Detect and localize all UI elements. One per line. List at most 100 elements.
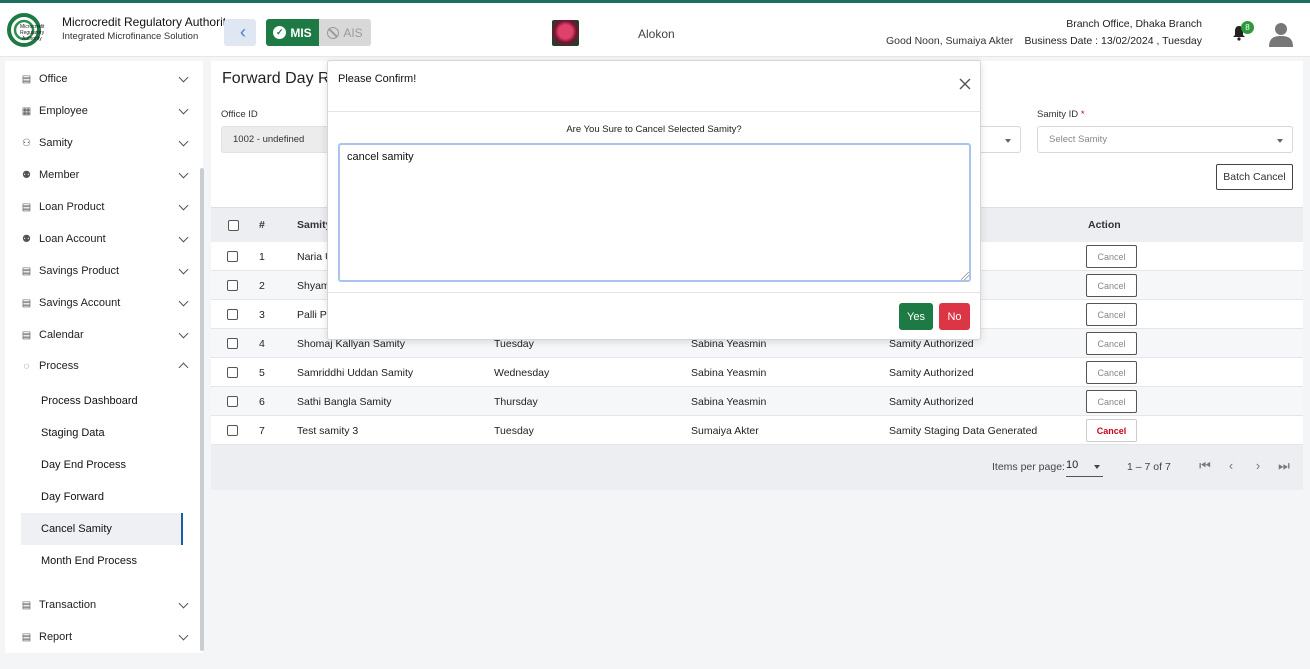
row-cancel-button[interactable]: Cancel bbox=[1086, 274, 1137, 297]
sidebar-sub-day-end-process[interactable]: Day End Process bbox=[21, 449, 183, 481]
row-checkbox[interactable] bbox=[227, 396, 238, 407]
chevron-down-icon bbox=[178, 200, 189, 211]
ais-toggle-button[interactable]: AIS bbox=[319, 19, 371, 46]
savings-product-icon: ▤ bbox=[21, 265, 32, 277]
sidebar-sub-label: Month End Process bbox=[41, 555, 137, 567]
sidebar-item-loan-product[interactable]: ▤ Loan Product bbox=[5, 192, 195, 222]
row-checkbox[interactable] bbox=[227, 338, 238, 349]
sidebar-scrollbar[interactable] bbox=[200, 168, 204, 651]
select-all-checkbox[interactable] bbox=[228, 220, 239, 231]
row-status: Samity Authorized bbox=[889, 367, 974, 379]
yes-button[interactable]: Yes bbox=[899, 303, 933, 330]
sidebar-item-transaction[interactable]: ▤ Transaction bbox=[5, 590, 195, 620]
samity-icon: ⚇ bbox=[22, 137, 31, 149]
sidebar-item-label: Samity bbox=[39, 137, 73, 149]
row-cancel-button[interactable]: Cancel bbox=[1086, 332, 1137, 355]
dialog-divider bbox=[328, 111, 980, 112]
sidebar-item-samity[interactable]: ⚇ Samity bbox=[5, 128, 195, 158]
sidebar-item-label: Loan Account bbox=[39, 233, 106, 245]
sidebar-item-label: Employee bbox=[39, 105, 88, 117]
row-checkbox[interactable] bbox=[227, 309, 238, 320]
row-index: 2 bbox=[259, 280, 265, 292]
column-header-action: Action bbox=[1088, 219, 1121, 231]
table-paginator: Items per page: 10 1 – 7 of 7 ⏮ ‹ › ⏭ bbox=[211, 445, 1303, 490]
confirm-dialog: Please Confirm! Are You Sure to Cancel S… bbox=[327, 60, 981, 340]
chevron-down-icon bbox=[178, 630, 189, 641]
row-samity: Palli Pr bbox=[297, 309, 331, 321]
row-cancel-button[interactable]: Cancel bbox=[1086, 361, 1137, 384]
sidebar-item-loan-account[interactable]: ⚉ Loan Account bbox=[5, 224, 195, 254]
sidebar-sub-label: Staging Data bbox=[41, 427, 105, 439]
row-day: Thursday bbox=[494, 396, 538, 408]
batch-cancel-button[interactable]: Batch Cancel bbox=[1216, 164, 1293, 190]
cancel-reason-textarea[interactable]: cancel samity bbox=[338, 143, 971, 282]
table-row: 5 Samriddhi Uddan Samity Wednesday Sabin… bbox=[211, 358, 1303, 387]
loan-account-icon: ⚉ bbox=[22, 233, 31, 245]
mis-toggle-button[interactable]: ✓ MIS bbox=[266, 19, 319, 46]
sidebar-sub-label: Day End Process bbox=[41, 459, 126, 471]
user-avatar-icon[interactable] bbox=[1268, 21, 1294, 47]
sidebar-item-process[interactable]: ◌ Process bbox=[5, 351, 195, 381]
hidden-select-field[interactable] bbox=[975, 126, 1021, 153]
ban-icon bbox=[327, 26, 340, 39]
row-checkbox[interactable] bbox=[227, 251, 238, 262]
sidebar-sub-month-end-process[interactable]: Month End Process bbox=[21, 545, 183, 577]
close-icon[interactable] bbox=[959, 78, 971, 90]
sidebar-item-label: Savings Product bbox=[39, 265, 120, 277]
next-page-icon[interactable]: › bbox=[1251, 458, 1265, 474]
items-per-page-select[interactable]: 10 bbox=[1066, 459, 1103, 477]
sidebar-sub-process-dashboard[interactable]: Process Dashboard bbox=[21, 385, 183, 417]
row-cancel-button[interactable]: Cancel bbox=[1086, 303, 1137, 326]
first-page-icon[interactable]: ⏮ bbox=[1198, 458, 1212, 474]
sidebar-item-employee[interactable]: ▦ Employee bbox=[5, 96, 195, 126]
row-checkbox[interactable] bbox=[227, 367, 238, 378]
sidebar-sub-cancel-samity[interactable]: Cancel Samity bbox=[21, 513, 183, 545]
member-icon: ⚉ bbox=[22, 169, 31, 181]
sidebar-item-savings-account[interactable]: ▤ Savings Account bbox=[5, 288, 195, 318]
row-index: 3 bbox=[259, 309, 265, 321]
sidebar-item-label: Process bbox=[39, 360, 79, 372]
sidebar-sub-label: Process Dashboard bbox=[41, 395, 138, 407]
textarea-resize-handle[interactable] bbox=[961, 272, 969, 280]
items-per-page-label: Items per page: bbox=[992, 461, 1065, 473]
sidebar-sub-day-forward[interactable]: Day Forward bbox=[21, 481, 183, 513]
transaction-icon: ▤ bbox=[21, 599, 32, 611]
collapse-sidebar-button[interactable]: ‹‹ bbox=[224, 19, 256, 46]
row-cancel-button[interactable]: Cancel bbox=[1086, 390, 1137, 413]
page-range-label: 1 – 7 of 7 bbox=[1127, 461, 1171, 473]
check-circle-icon: ✓ bbox=[273, 26, 287, 39]
sidebar-item-office[interactable]: ▤ Office bbox=[5, 64, 195, 94]
office-id-label: Office ID bbox=[221, 109, 258, 120]
sidebar-sub-label: Cancel Samity bbox=[41, 523, 112, 535]
office-icon: ▤ bbox=[21, 73, 32, 85]
previous-page-icon[interactable]: ‹ bbox=[1224, 458, 1238, 474]
business-date: Business Date : 13/02/2024 , Tuesday bbox=[1024, 35, 1202, 47]
table-row: 6 Sathi Bangla Samity Thursday Sabina Ye… bbox=[211, 387, 1303, 416]
chevron-down-icon bbox=[178, 104, 189, 115]
last-page-icon[interactable]: ⏭ bbox=[1277, 458, 1291, 474]
samity-select[interactable]: Select Samity bbox=[1037, 126, 1293, 153]
sidebar-item-label: Loan Product bbox=[39, 201, 105, 213]
process-icon: ◌ bbox=[23, 360, 30, 372]
row-cancel-button[interactable]: Cancel bbox=[1086, 419, 1137, 442]
no-button[interactable]: No bbox=[939, 303, 970, 330]
sidebar-item-report[interactable]: ▤ Report bbox=[5, 622, 195, 652]
sidebar-item-savings-product[interactable]: ▤ Savings Product bbox=[5, 256, 195, 286]
row-index: 7 bbox=[259, 425, 265, 437]
row-index: 1 bbox=[259, 251, 265, 263]
sidebar-item-member[interactable]: ⚉ Member bbox=[5, 160, 195, 190]
office-id-field[interactable]: 1002 - undefined bbox=[221, 126, 339, 153]
row-checkbox[interactable] bbox=[227, 425, 238, 436]
sidebar-sub-staging-data[interactable]: Staging Data bbox=[21, 417, 183, 449]
row-samity: Shyam bbox=[297, 280, 330, 292]
row-checkbox[interactable] bbox=[227, 280, 238, 291]
sidebar-item-label: Calendar bbox=[39, 329, 84, 341]
row-samity: Sathi Bangla Samity bbox=[297, 396, 392, 408]
ais-label: AIS bbox=[343, 25, 363, 40]
sidebar-item-calendar[interactable]: ▤ Calendar bbox=[5, 320, 195, 350]
chevron-down-icon bbox=[178, 72, 189, 83]
row-cancel-button[interactable]: Cancel bbox=[1086, 245, 1137, 268]
row-day: Tuesday bbox=[494, 425, 534, 437]
chevron-down-icon bbox=[178, 296, 189, 307]
employee-icon: ▦ bbox=[21, 105, 32, 117]
